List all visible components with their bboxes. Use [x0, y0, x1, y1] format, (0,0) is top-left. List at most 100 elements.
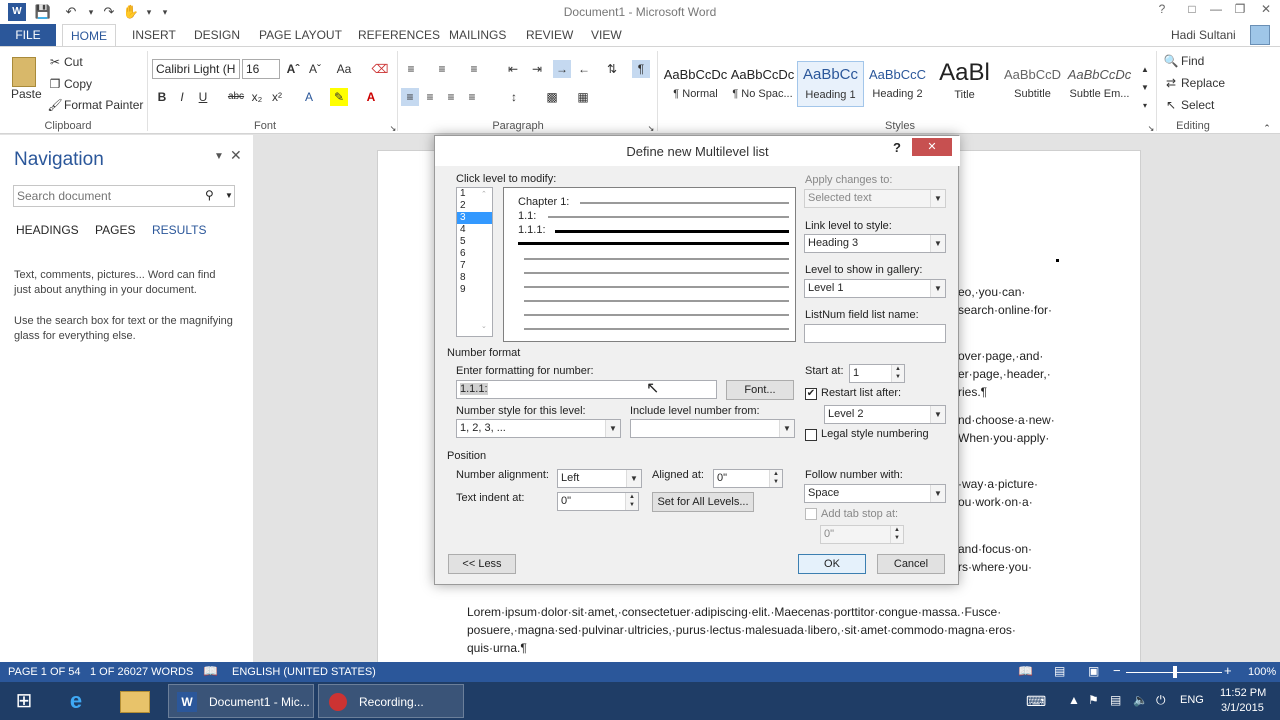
styles-scroll-down-icon[interactable]: ▼ [1136, 79, 1154, 97]
tab-mailings[interactable]: MAILINGS [441, 24, 514, 46]
gallery-level-select[interactable]: Level 1 ▼ [804, 279, 946, 298]
number-style-select[interactable]: 1, 2, 3, ... ▼ [456, 419, 621, 438]
nav-tab-headings[interactable]: HEADINGS [16, 223, 79, 237]
web-layout-icon[interactable]: ▣ [1088, 664, 1099, 678]
copy-button[interactable]: Copy [64, 77, 92, 91]
minimize-icon[interactable]: — [1204, 2, 1228, 20]
restart-after-select[interactable]: Level 2 ▼ [824, 405, 946, 424]
clear-formatting-icon[interactable]: ⌫ [371, 60, 389, 78]
dialog-help-button[interactable]: ? [893, 140, 901, 155]
replace-icon[interactable]: ⇄ [1162, 74, 1180, 92]
style-heading-2[interactable]: AaBbCcC Heading 2 [864, 61, 931, 107]
text-indent-spinner[interactable]: 0" ▲ ▼ [557, 492, 639, 511]
bold-icon[interactable]: B [153, 88, 171, 106]
spinner-arrows-icon[interactable]: ▲ ▼ [625, 493, 638, 510]
level-list[interactable]: 1 2 3 4 5 6 7 8 9 ⌃ ⌄ [456, 187, 493, 337]
style-normal[interactable]: AaBbCcDc ¶ Normal [662, 61, 729, 107]
multilevel-list-icon[interactable]: ≡ [465, 60, 483, 78]
font-size-combo[interactable]: 16 [242, 59, 280, 79]
tab-references[interactable]: REFERENCES [350, 24, 448, 46]
spinner-arrows-icon[interactable]: ▲ ▼ [891, 365, 904, 382]
font-color-icon[interactable]: A [362, 88, 380, 106]
level-item[interactable]: 6 [457, 248, 492, 260]
chevron-down-icon[interactable]: ▼ [779, 420, 794, 437]
aligned-at-spinner[interactable]: 0" ▲ ▼ [713, 469, 783, 488]
nav-close-icon[interactable]: ✕ [230, 147, 242, 164]
number-format-input[interactable]: 1.1.1: [456, 380, 717, 399]
zoom-out-icon[interactable]: − [1113, 663, 1121, 678]
level-item[interactable]: 3 [457, 212, 492, 224]
find-button[interactable]: Find [1181, 54, 1204, 68]
font-button[interactable]: Font... [726, 380, 794, 400]
number-alignment-select[interactable]: Left ▼ [557, 469, 642, 488]
listnum-input[interactable] [804, 324, 946, 343]
file-explorer-icon[interactable] [120, 691, 150, 713]
align-right-icon[interactable]: ≡ [442, 88, 460, 106]
paste-button[interactable]: Paste [11, 87, 42, 101]
set-all-levels-button[interactable]: Set for All Levels... [652, 492, 754, 512]
level-item[interactable]: 9 [457, 284, 492, 296]
search-input[interactable] [14, 186, 194, 206]
grow-font-icon[interactable]: Aˆ [284, 60, 302, 78]
level-item[interactable]: 8 [457, 272, 492, 284]
clock-time[interactable]: 11:52 PM [1220, 687, 1266, 699]
restart-list-checkbox[interactable]: ✔ [805, 388, 817, 400]
highlight-icon[interactable]: ✎ [330, 88, 348, 106]
include-level-select[interactable]: ▼ [630, 419, 795, 438]
start-at-spinner[interactable]: 1 ▲ ▼ [849, 364, 905, 383]
format-painter-icon[interactable]: 🖌 [46, 96, 64, 114]
tab-design[interactable]: DESIGN [186, 24, 248, 46]
shading-icon[interactable]: ▩ [543, 88, 561, 106]
nav-search-box[interactable]: ⚲ ▼ [13, 185, 235, 207]
chevron-down-icon[interactable]: ▼ [605, 420, 620, 437]
word-count[interactable]: 1 OF 26027 WORDS [90, 666, 193, 678]
tab-home[interactable]: HOME [62, 24, 116, 46]
language[interactable]: ENGLISH (UNITED STATES) [232, 666, 376, 678]
italic-icon[interactable]: I [173, 88, 191, 106]
follow-number-select[interactable]: Space ▼ [804, 484, 946, 503]
zoom-in-icon[interactable]: + [1224, 663, 1232, 678]
borders-icon[interactable]: ▦ [574, 88, 592, 106]
chevron-down-icon[interactable]: ▼ [930, 406, 945, 423]
internet-explorer-icon[interactable]: e [62, 688, 90, 714]
print-layout-icon[interactable]: ▤ [1054, 664, 1065, 678]
cut-icon[interactable]: ✂ [46, 53, 64, 71]
avatar[interactable] [1250, 25, 1270, 45]
close-icon[interactable]: ✕ [1254, 2, 1278, 20]
chevron-down-icon[interactable]: ▼ [930, 280, 945, 297]
sort-icon[interactable]: ⇅ [603, 60, 621, 78]
copy-icon[interactable]: ❐ [46, 75, 64, 93]
level-item[interactable]: 4 [457, 224, 492, 236]
read-mode-icon[interactable]: 📖 [1018, 664, 1033, 678]
keyboard-icon[interactable]: ⌨ [1026, 693, 1046, 710]
tab-page-layout[interactable]: PAGE LAYOUT [251, 24, 350, 46]
styles-scroll-up-icon[interactable]: ▲ [1136, 61, 1154, 79]
taskbar-word-button[interactable]: W Document1 - Mic... [168, 684, 314, 718]
search-icon[interactable]: ⚲ [205, 188, 214, 202]
ribbon-display-icon[interactable]: □ [1180, 2, 1204, 20]
proofing-icon[interactable]: 📖 [203, 664, 218, 678]
strikethrough-icon[interactable]: abc [226, 88, 246, 106]
ok-button[interactable]: OK [798, 554, 866, 574]
font-name-combo[interactable]: Calibri Light (H [152, 59, 240, 79]
volume-icon[interactable]: 🔈 [1133, 693, 1148, 707]
zoom-slider-thumb[interactable] [1173, 666, 1177, 678]
chevron-down-icon[interactable]: ▼ [626, 470, 641, 487]
scroll-up-icon[interactable]: ⌃ [481, 190, 487, 198]
less-button[interactable]: << Less [448, 554, 516, 574]
scroll-down-icon[interactable]: ⌄ [481, 322, 487, 330]
style-heading-1[interactable]: AaBbCc Heading 1 [797, 61, 864, 107]
power-icon[interactable]: ⏻ [1156, 693, 1166, 708]
decrease-indent-icon[interactable]: ⇤ [504, 60, 522, 78]
nav-tab-results[interactable]: RESULTS [152, 223, 206, 237]
search-dropdown-icon[interactable]: ▼ [225, 191, 233, 200]
shrink-font-icon[interactable]: Aˇ [306, 60, 324, 78]
numbering-icon[interactable]: ≡ [433, 60, 451, 78]
change-case-icon[interactable]: Aa [332, 60, 356, 78]
format-painter-button[interactable]: Format Painter [64, 98, 143, 112]
level-item[interactable]: 7 [457, 260, 492, 272]
style-subtitle[interactable]: AaBbCcD Subtitle [999, 61, 1066, 107]
dialog-close-button[interactable]: ✕ [912, 138, 952, 156]
subscript-icon[interactable]: x₂ [248, 88, 266, 106]
start-button-icon[interactable]: ⊞ [10, 689, 38, 713]
